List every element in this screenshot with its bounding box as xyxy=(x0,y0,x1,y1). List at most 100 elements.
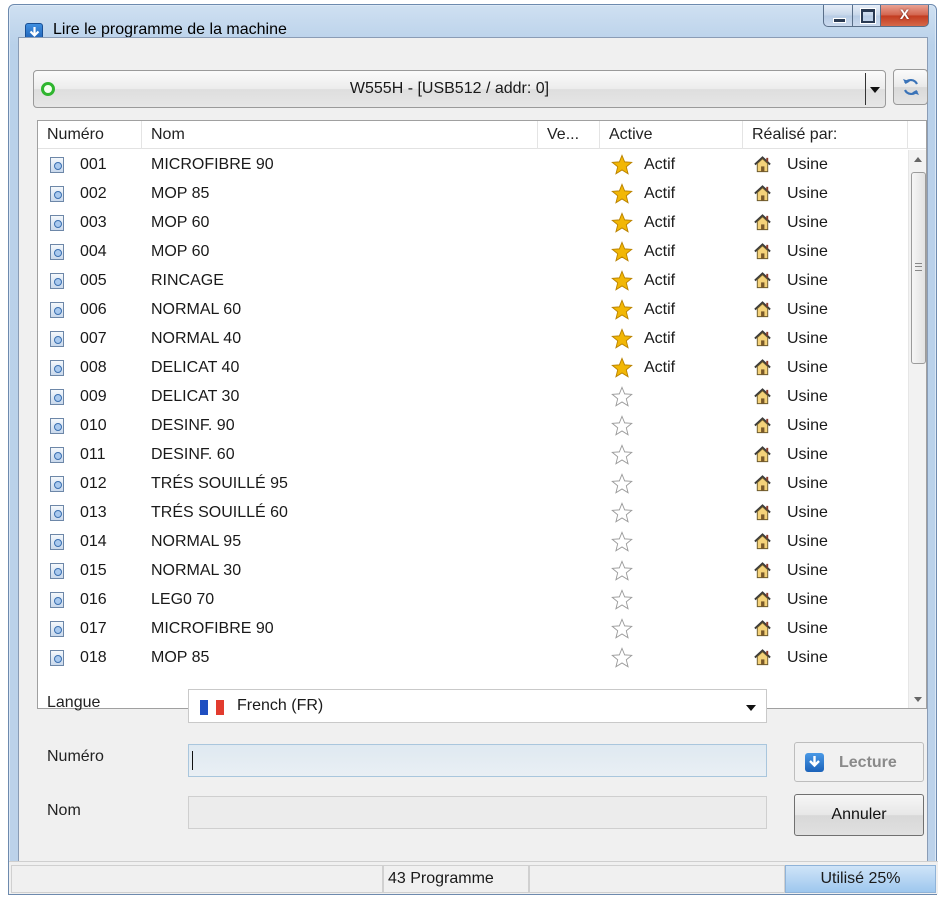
row-realise-par: Usine xyxy=(787,243,828,260)
flag-stripe-white xyxy=(208,700,216,715)
maximize-button[interactable] xyxy=(853,5,881,27)
flag-stripe-red xyxy=(216,700,224,715)
row-nom: RINCAGE xyxy=(151,272,224,289)
row-numero: 006 xyxy=(80,301,107,318)
row-nom: DESINF. 60 xyxy=(151,446,235,463)
program-file-icon xyxy=(50,592,64,608)
star-filled-icon xyxy=(611,357,633,379)
language-select[interactable]: French (FR) xyxy=(188,689,767,723)
star-empty-icon xyxy=(611,560,633,582)
table-row[interactable]: 005 RINCAGE Actif Usine xyxy=(38,266,908,295)
row-numero: 010 xyxy=(80,417,107,434)
table-row[interactable]: 013 TRÉS SOUILLÉ 60 Usine xyxy=(38,498,908,527)
lecture-button[interactable]: Lecture xyxy=(794,742,924,782)
row-realise-par: Usine xyxy=(787,649,828,666)
row-active: Actif xyxy=(644,156,676,173)
annuler-button[interactable]: Annuler xyxy=(794,794,924,836)
row-numero: 015 xyxy=(80,562,107,579)
house-icon xyxy=(753,184,772,203)
row-numero: 004 xyxy=(80,243,107,260)
program-list[interactable]: Numéro Nom Ve... Active Réalisé par: 001… xyxy=(37,120,927,709)
table-row[interactable]: 009 DELICAT 30 Usine xyxy=(38,382,908,411)
row-nom: TRÉS SOUILLÉ 60 xyxy=(151,504,288,521)
program-file-icon xyxy=(50,534,64,550)
table-row[interactable]: 012 TRÉS SOUILLÉ 95 Usine xyxy=(38,469,908,498)
status-bar: 43 Programme Utilisé 25% xyxy=(9,861,938,894)
program-file-icon xyxy=(50,447,64,463)
program-file-icon xyxy=(50,215,64,231)
list-body: 001 MICROFIBRE 90 Actif Usine 002 MOP 85 Actif… xyxy=(38,150,908,672)
lecture-label: Lecture xyxy=(839,754,897,771)
house-icon xyxy=(753,387,772,406)
row-nom: MICROFIBRE 90 xyxy=(151,156,274,173)
scroll-down-icon[interactable] xyxy=(909,690,926,708)
row-nom: MOP 60 xyxy=(151,243,210,260)
row-realise-par: Usine xyxy=(787,620,828,637)
row-realise-par: Usine xyxy=(787,504,828,521)
house-icon xyxy=(753,445,772,464)
table-row[interactable]: 006 NORMAL 60 Actif Usine xyxy=(38,295,908,324)
row-numero: 003 xyxy=(80,214,107,231)
row-nom: NORMAL 40 xyxy=(151,330,242,347)
row-nom: DELICAT 40 xyxy=(151,359,240,376)
refresh-icon xyxy=(903,78,919,96)
table-row[interactable]: 018 MOP 85 Usine xyxy=(38,643,908,672)
program-file-icon xyxy=(50,418,64,434)
table-row[interactable]: 011 DESINF. 60 Usine xyxy=(38,440,908,469)
column-header-realise-par[interactable]: Réalisé par: xyxy=(743,121,908,149)
close-label: X xyxy=(899,6,910,22)
row-realise-par: Usine xyxy=(787,591,828,608)
table-row[interactable]: 002 MOP 85 Actif Usine xyxy=(38,179,908,208)
minimize-button[interactable] xyxy=(823,5,853,27)
machine-label: W555H - [USB512 / addr: 0] xyxy=(349,80,550,97)
language-value: French (FR) xyxy=(237,697,324,714)
scroll-up-icon[interactable] xyxy=(909,150,926,169)
status-section-empty xyxy=(11,865,383,893)
chevron-down-icon[interactable] xyxy=(865,73,883,105)
row-realise-par: Usine xyxy=(787,301,828,318)
program-file-icon xyxy=(50,505,64,521)
row-realise-par: Usine xyxy=(787,475,828,492)
row-numero: 001 xyxy=(80,156,107,173)
house-icon xyxy=(753,532,772,551)
house-icon xyxy=(753,590,772,609)
numero-input[interactable] xyxy=(188,744,767,777)
scroll-thumb[interactable] xyxy=(911,172,926,364)
table-row[interactable]: 010 DESINF. 90 Usine xyxy=(38,411,908,440)
table-row[interactable]: 017 MICROFIBRE 90 Usine xyxy=(38,614,908,643)
table-row[interactable]: 001 MICROFIBRE 90 Actif Usine xyxy=(38,150,908,179)
nom-input[interactable] xyxy=(188,796,767,829)
table-row[interactable]: 003 MOP 60 Actif Usine xyxy=(38,208,908,237)
refresh-button[interactable] xyxy=(893,69,928,105)
status-section-blank xyxy=(529,865,785,893)
row-active: Actif xyxy=(644,359,676,376)
title-bar[interactable]: Lire le programme de la machine X xyxy=(9,5,936,41)
vertical-scrollbar[interactable] xyxy=(908,150,926,708)
column-header-version[interactable]: Ve... xyxy=(538,121,600,149)
house-icon xyxy=(753,503,772,522)
table-row[interactable]: 015 NORMAL 30 Usine xyxy=(38,556,908,585)
program-file-icon xyxy=(50,476,64,492)
machine-selector[interactable]: W555H - [USB512 / addr: 0] xyxy=(33,70,886,108)
program-file-icon xyxy=(50,273,64,289)
program-count: 43 Programme xyxy=(383,865,529,893)
star-empty-icon xyxy=(611,444,633,466)
table-row[interactable]: 004 MOP 60 Actif Usine xyxy=(38,237,908,266)
table-row[interactable]: 008 DELICAT 40 Actif Usine xyxy=(38,353,908,382)
column-header-numero[interactable]: Numéro xyxy=(38,121,142,149)
star-empty-icon xyxy=(611,386,633,408)
program-file-icon xyxy=(50,650,64,666)
star-filled-icon xyxy=(611,328,633,350)
column-header-active[interactable]: Active xyxy=(600,121,743,149)
chevron-down-icon[interactable] xyxy=(746,705,756,711)
house-icon xyxy=(753,271,772,290)
table-row[interactable]: 016 LEG0 70 Usine xyxy=(38,585,908,614)
column-header-nom[interactable]: Nom xyxy=(142,121,538,149)
nom-label: Nom xyxy=(47,802,81,819)
star-filled-icon xyxy=(611,183,633,205)
table-row[interactable]: 014 NORMAL 95 Usine xyxy=(38,527,908,556)
french-flag-icon xyxy=(200,700,224,715)
list-header: Numéro Nom Ve... Active Réalisé par: xyxy=(38,121,926,149)
table-row[interactable]: 007 NORMAL 40 Actif Usine xyxy=(38,324,908,353)
close-button[interactable]: X xyxy=(881,5,929,27)
